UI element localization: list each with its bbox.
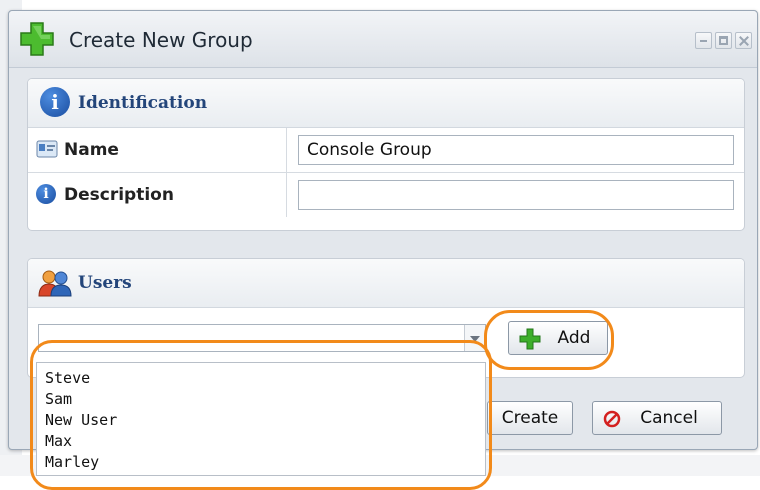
maximize-button[interactable]: [715, 32, 732, 49]
users-icon: [38, 270, 72, 297]
name-label: Name: [64, 140, 119, 160]
plus-icon: [519, 328, 541, 350]
name-row: Name: [28, 128, 744, 173]
minimize-button[interactable]: [695, 32, 712, 49]
cancel-button-label: Cancel: [640, 408, 698, 428]
user-option-sam[interactable]: Sam: [45, 390, 72, 408]
users-title: Users: [78, 273, 132, 293]
add-user-button[interactable]: Add: [508, 321, 608, 355]
info-icon: i: [40, 87, 70, 117]
user-option-marley[interactable]: Marley: [45, 453, 99, 471]
add-button-label: Add: [557, 328, 591, 348]
user-dropdown-list: Steve Sam New User Max Marley: [36, 362, 486, 476]
name-card-icon: [36, 140, 58, 158]
user-select[interactable]: [38, 324, 486, 352]
close-button[interactable]: [735, 32, 752, 49]
info-icon: i: [36, 184, 56, 204]
identification-title: Identification: [78, 93, 208, 113]
add-group-icon: [20, 22, 54, 56]
identification-panel: i Identification Name i Description: [27, 78, 745, 231]
description-label: Description: [64, 185, 174, 205]
create-button[interactable]: Create: [487, 401, 573, 435]
cancel-button[interactable]: Cancel: [592, 401, 722, 435]
dialog-titlebar[interactable]: Create New Group: [9, 11, 757, 68]
minimize-icon: [700, 40, 707, 42]
user-option-max[interactable]: Max: [45, 432, 72, 450]
user-option-steve[interactable]: Steve: [45, 369, 90, 387]
name-field[interactable]: [298, 135, 734, 165]
dropdown-arrow[interactable]: [464, 325, 485, 351]
identification-header: i Identification: [28, 79, 744, 128]
chevron-down-icon: [470, 336, 480, 342]
users-header: Users: [28, 259, 744, 308]
description-row: i Description: [28, 173, 744, 217]
dialog-title: Create New Group: [69, 28, 253, 52]
users-panel: Users Add: [27, 258, 745, 378]
create-button-label: Create: [501, 408, 559, 428]
cancel-icon: [603, 410, 621, 428]
user-option-new-user[interactable]: New User: [45, 411, 117, 429]
maximize-icon: [719, 36, 728, 45]
description-field[interactable]: [298, 180, 734, 210]
